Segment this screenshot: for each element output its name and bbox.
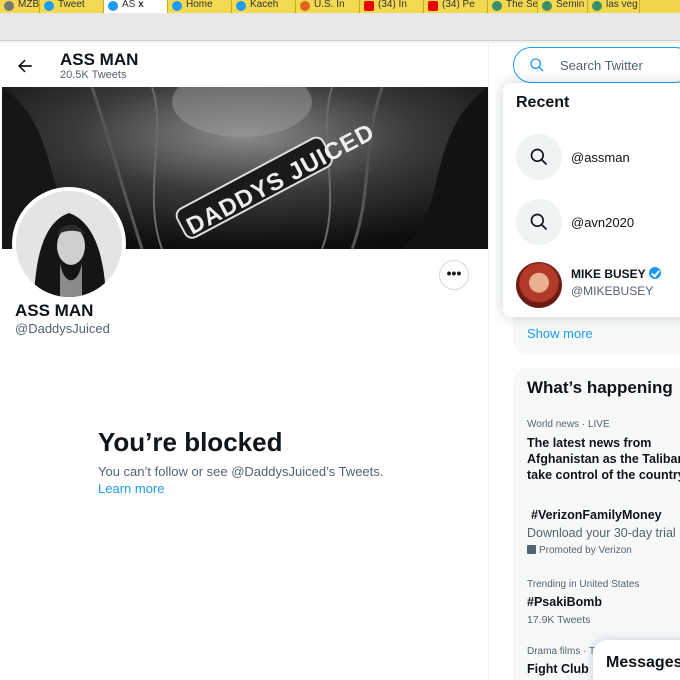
tweet-count: 20.5K Tweets — [60, 69, 127, 81]
who-to-follow-footer: Show more — [513, 316, 680, 354]
user-avatar — [516, 262, 562, 308]
profile-column: ASS MAN 20.5K Tweets DADDYS JUICED ••• A… — [0, 43, 489, 680]
recent-search-item[interactable]: @assman — [503, 125, 680, 185]
twitter-icon — [108, 1, 118, 11]
trend-headline[interactable]: The latest news from Afghanistan as the … — [527, 435, 680, 483]
learn-more-link[interactable]: Learn more — [98, 481, 164, 496]
blocked-title: You’re blocked — [98, 427, 283, 457]
browser-tab[interactable]: MZBot — [0, 0, 40, 13]
search-box[interactable]: Search Twitter — [513, 47, 680, 83]
promoted-label: Promoted by Verizon — [527, 545, 632, 556]
browser-tab[interactable]: Tweet — [40, 0, 104, 13]
whats-happening-title: What’s happening — [527, 378, 673, 397]
browser-tab[interactable]: Semin — [538, 0, 588, 13]
browser-tab[interactable]: The Se — [488, 0, 538, 13]
search-icon — [530, 148, 548, 166]
trend-meta: World news · LIVE — [527, 419, 610, 430]
profile-handle: @DaddysJuiced — [15, 321, 110, 336]
user-handle: @MIKEBUSEY — [571, 284, 654, 298]
page-icon — [4, 1, 14, 11]
recent-user-item[interactable]: MIKE BUSEY @MIKEBUSEY — [503, 255, 680, 315]
verified-badge-icon — [648, 267, 661, 279]
recent-search-item[interactable]: @avn2020 — [503, 190, 680, 250]
trend-headline[interactable]: #VerizonFamilyMoney — [531, 507, 680, 523]
recent-search-text: @avn2020 — [571, 215, 635, 230]
twitter-icon — [236, 1, 246, 11]
messages-label: Messages — [606, 654, 680, 671]
promoted-icon — [527, 545, 536, 554]
browser-tab[interactable]: Kaceh — [232, 0, 296, 13]
recent-search-icon-circle — [516, 134, 562, 180]
twitter-icon — [44, 1, 54, 11]
globe-icon — [492, 1, 502, 11]
search-icon — [530, 58, 544, 72]
back-arrow-icon[interactable] — [15, 56, 35, 76]
trend-subtext: Download your 30-day trial — [527, 526, 676, 540]
search-dropdown: Recent @assman @avn2020 MIKE BUSEY @MIKE… — [503, 83, 680, 317]
browser-tab[interactable]: (34) In — [360, 0, 424, 13]
browser-toolbar — [0, 13, 680, 41]
recent-title: Recent — [516, 94, 570, 111]
blocked-message: You can’t follow or see @DaddysJuiced’s … — [98, 464, 384, 479]
profile-avatar[interactable] — [12, 187, 126, 301]
recent-search-icon-circle — [516, 199, 562, 245]
search-placeholder: Search Twitter — [560, 58, 643, 73]
browser-tab-strip: MZBot Tweet AS x Home Kaceh U.S. In (34)… — [0, 0, 680, 13]
trend-count: 17.9K Tweets — [527, 614, 591, 626]
browser-tab[interactable]: Home — [168, 0, 232, 13]
globe-icon — [542, 1, 552, 11]
whats-happening-panel: What’s happening World news · LIVE The l… — [513, 368, 680, 680]
youtube-icon — [364, 1, 374, 11]
browser-tab[interactable]: U.S. In — [296, 0, 360, 13]
twitter-icon — [172, 1, 182, 11]
x-icon — [300, 1, 310, 11]
user-name: MIKE BUSEY — [571, 267, 661, 281]
recent-search-text: @assman — [571, 150, 630, 165]
profile-display-name: ASS MAN — [15, 301, 94, 320]
screen: MZBot Tweet AS x Home Kaceh U.S. In (34)… — [0, 0, 680, 680]
youtube-icon — [428, 1, 438, 11]
avatar-image — [16, 191, 122, 297]
globe-icon — [592, 1, 602, 11]
profile-header: ASS MAN 20.5K Tweets — [0, 43, 489, 87]
trend-meta: Trending in United States — [527, 579, 640, 590]
trend-headline[interactable]: #PsakiBomb — [527, 594, 680, 610]
messages-drawer[interactable]: Messages — [593, 640, 680, 680]
browser-tab-active[interactable]: AS x — [104, 0, 168, 13]
browser-tab[interactable]: las veg — [588, 0, 640, 13]
search-icon — [530, 213, 548, 231]
browser-tab[interactable]: (34) Pe — [424, 0, 488, 13]
header-profile-name: ASS MAN — [60, 50, 139, 69]
show-more-link[interactable]: Show more — [527, 326, 593, 341]
more-options-button[interactable]: ••• — [439, 260, 469, 290]
tab-close-icon[interactable]: x — [138, 0, 144, 10]
